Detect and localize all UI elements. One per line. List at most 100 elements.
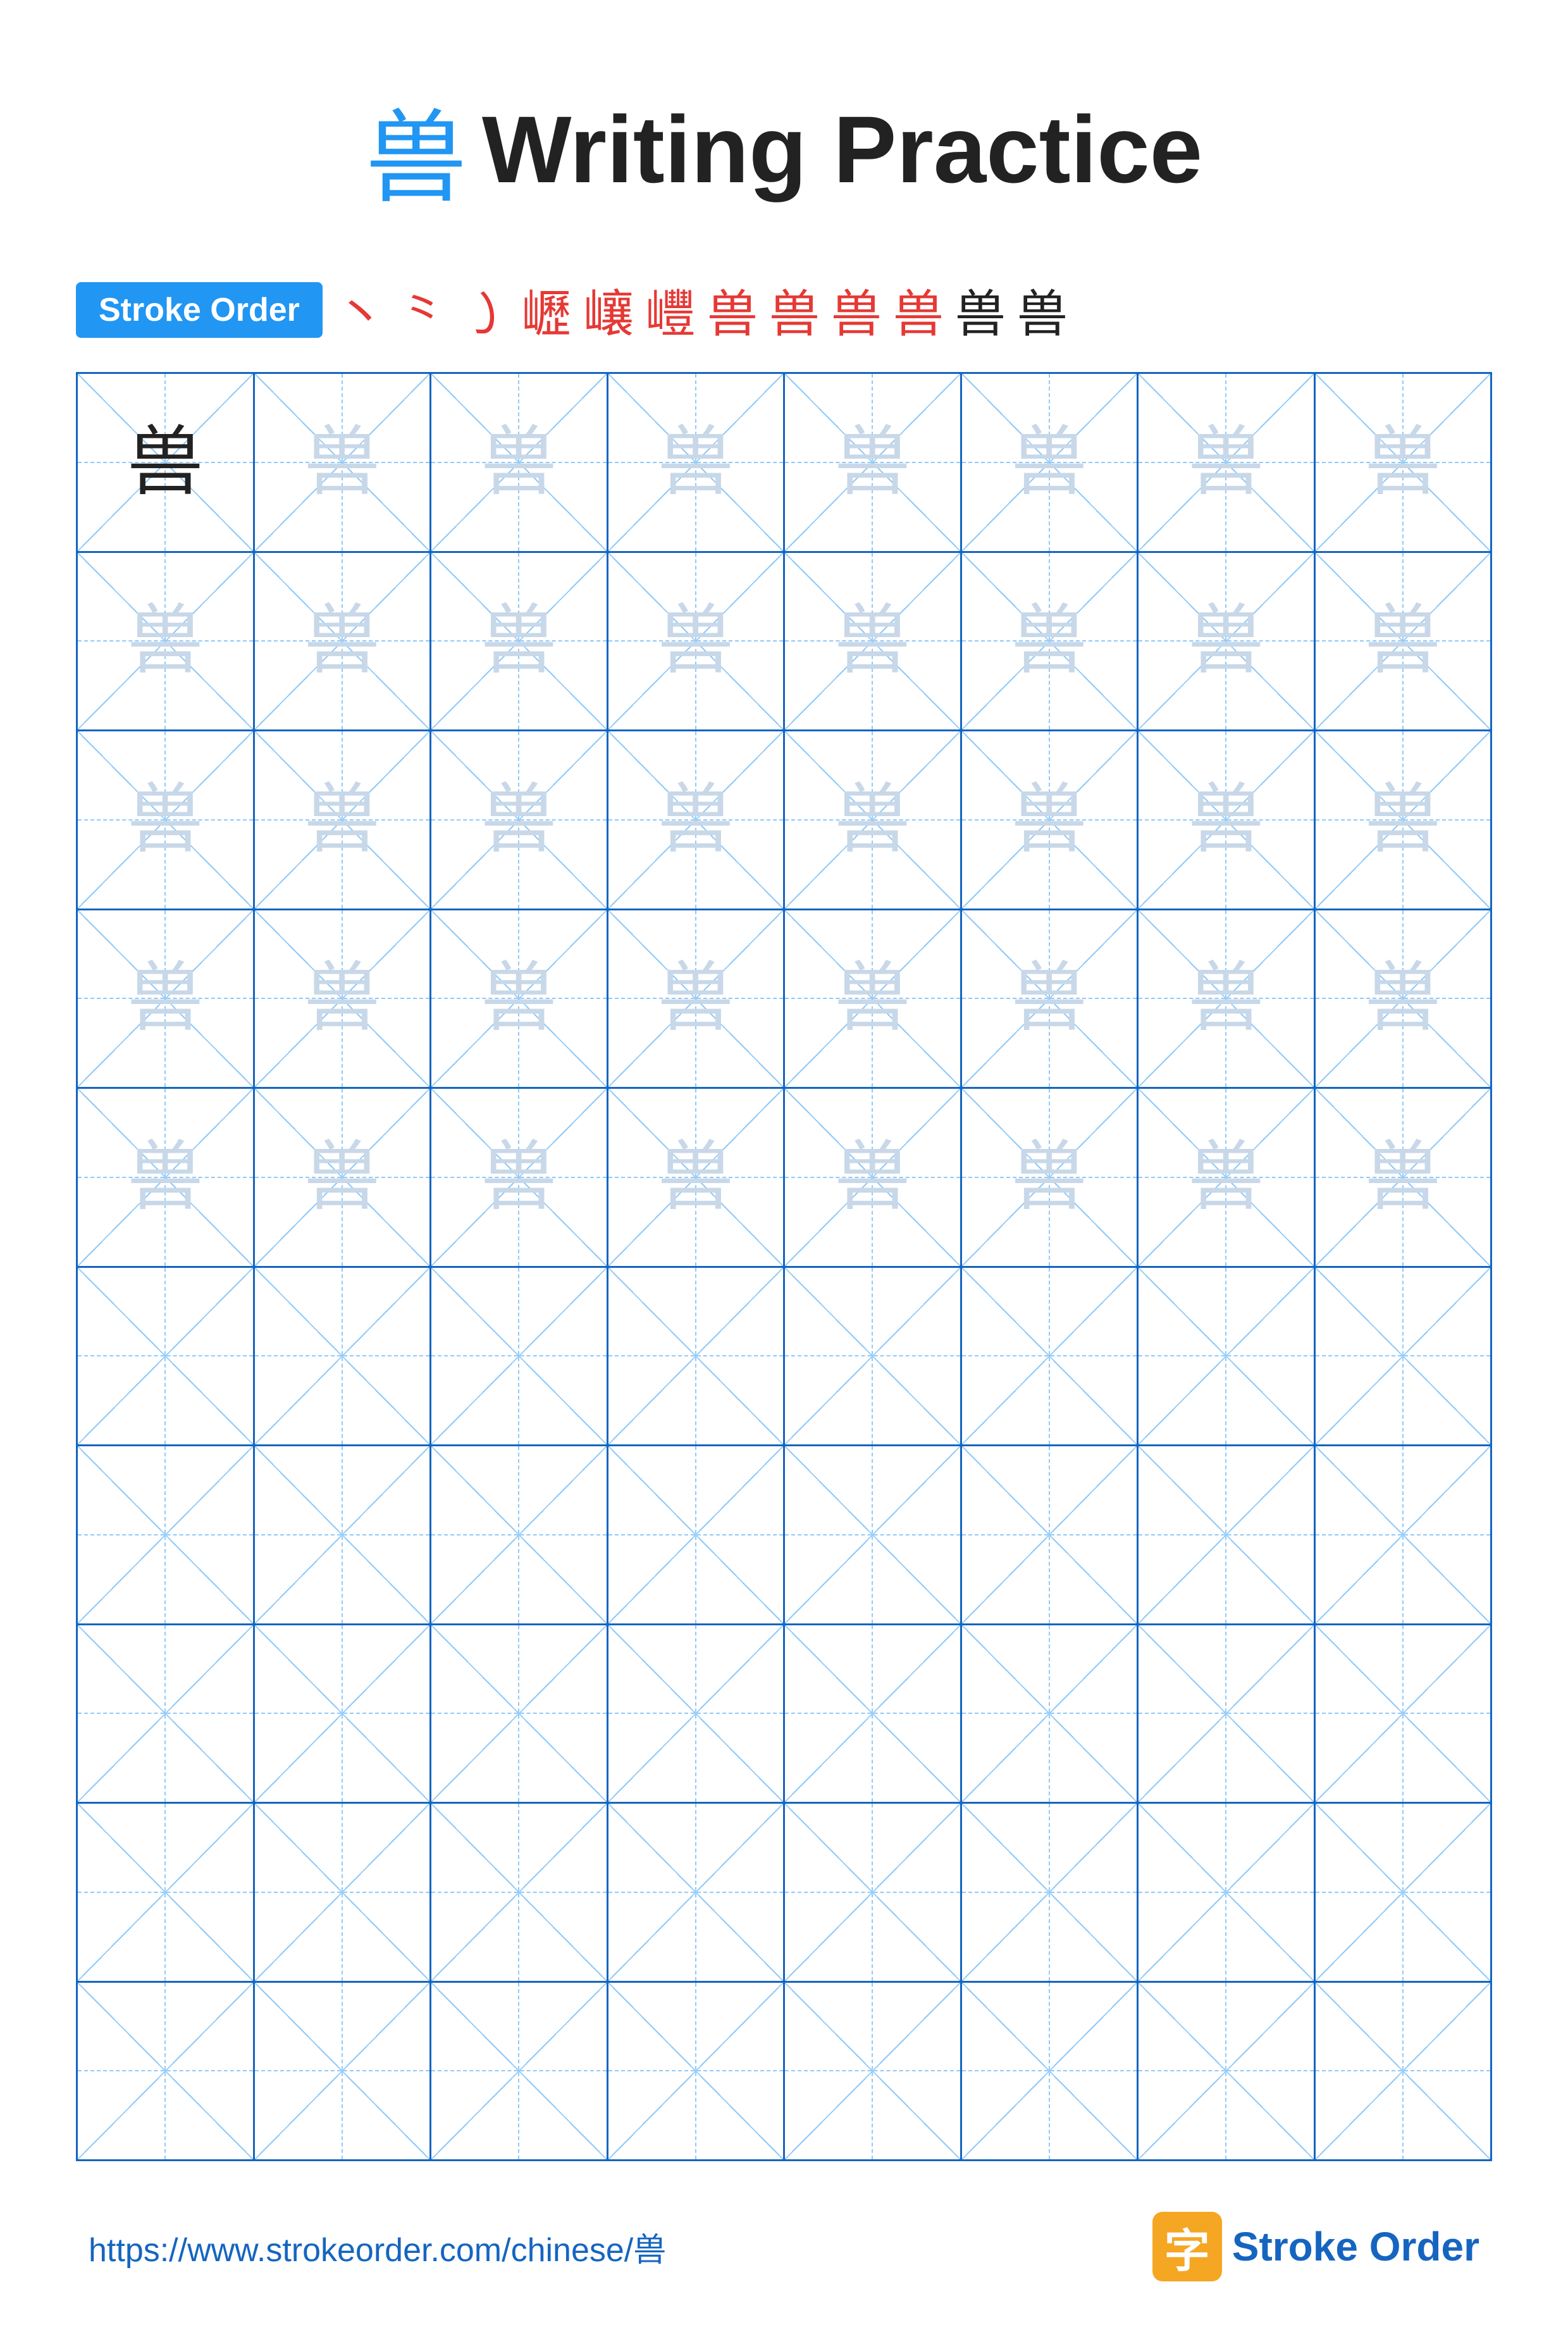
grid-cell[interactable] [1316, 1983, 1491, 2160]
grid-cell[interactable]: 兽 [431, 1089, 608, 1266]
grid-cell[interactable] [431, 1804, 608, 1981]
grid-cell[interactable]: 兽 [608, 553, 786, 730]
grid-cell[interactable] [78, 1446, 255, 1623]
grid-cell[interactable]: 兽 [1139, 374, 1316, 551]
cell-char-light: 兽 [304, 603, 380, 679]
grid-cell[interactable] [1316, 1804, 1491, 1981]
grid-cell[interactable] [608, 1983, 786, 2160]
stroke-step-3: ㇁ [459, 273, 510, 347]
grid-cell[interactable]: 兽 [78, 553, 255, 730]
grid-cell[interactable]: 兽 [1316, 374, 1491, 551]
stroke-step-11: 兽 [955, 273, 1006, 347]
grid-cell[interactable] [78, 1804, 255, 1981]
grid-cell[interactable]: 兽 [255, 1089, 432, 1266]
grid-cell[interactable] [608, 1268, 786, 1445]
grid-cell[interactable]: 兽 [1316, 553, 1491, 730]
grid-cell[interactable] [431, 1446, 608, 1623]
grid-cell[interactable]: 兽 [1316, 910, 1491, 1088]
grid-row-8 [78, 1625, 1490, 1804]
grid-cell[interactable]: 兽 [255, 553, 432, 730]
grid-cell[interactable] [255, 1625, 432, 1802]
grid-cell[interactable] [962, 1804, 1139, 1981]
grid-cell[interactable] [785, 1625, 962, 1802]
cell-char-dark: 兽 [127, 425, 203, 500]
grid-cell[interactable]: 兽 [962, 1089, 1139, 1266]
grid-cell[interactable] [431, 1983, 608, 2160]
grid-cell[interactable]: 兽 [962, 553, 1139, 730]
grid-cell[interactable] [608, 1625, 786, 1802]
grid-cell[interactable]: 兽 [785, 553, 962, 730]
grid-cell[interactable] [1139, 1625, 1316, 1802]
grid-cell[interactable]: 兽 [78, 910, 255, 1088]
grid-cell[interactable] [1316, 1268, 1491, 1445]
grid-cell[interactable] [1139, 1268, 1316, 1445]
grid-row-2: 兽 兽 兽 兽 兽 兽 兽 [78, 553, 1490, 732]
stroke-step-8: 兽 [769, 273, 820, 347]
grid-cell[interactable] [255, 1983, 432, 2160]
grid-cell[interactable]: 兽 [431, 910, 608, 1088]
grid-cell[interactable]: 兽 [608, 374, 786, 551]
grid-cell[interactable]: 兽 [608, 1089, 786, 1266]
grid-cell[interactable]: 兽 [1316, 731, 1491, 909]
grid-cell[interactable] [255, 1268, 432, 1445]
grid-cell[interactable]: 兽 [962, 374, 1139, 551]
grid-cell[interactable]: 兽 [785, 731, 962, 909]
grid-cell[interactable]: 兽 [1139, 553, 1316, 730]
grid-cell[interactable]: 兽 [608, 910, 786, 1088]
title-section: 兽 Writing Practice [366, 76, 1202, 223]
grid-cell[interactable]: 兽 [431, 553, 608, 730]
grid-cell[interactable] [1139, 1983, 1316, 2160]
cell-char-light: 兽 [1011, 782, 1087, 858]
cell-char-light: 兽 [127, 603, 203, 679]
grid-cell[interactable] [1139, 1446, 1316, 1623]
grid-cell[interactable]: 兽 [785, 910, 962, 1088]
stroke-step-1: 丶 [335, 273, 386, 347]
grid-cell[interactable] [1316, 1446, 1491, 1623]
grid-cell[interactable]: 兽 [431, 374, 608, 551]
grid-cell[interactable] [785, 1268, 962, 1445]
grid-cell[interactable]: 兽 [78, 374, 255, 551]
grid-cell[interactable] [962, 1983, 1139, 2160]
grid-cell[interactable] [962, 1268, 1139, 1445]
grid-cell[interactable]: 兽 [962, 731, 1139, 909]
cell-char-light: 兽 [834, 603, 910, 679]
grid-cell[interactable] [1139, 1804, 1316, 1981]
grid-cell[interactable] [785, 1446, 962, 1623]
grid-cell[interactable]: 兽 [255, 910, 432, 1088]
grid-cell[interactable]: 兽 [608, 731, 786, 909]
cell-char-light: 兽 [1188, 603, 1264, 679]
grid-cell[interactable] [1316, 1625, 1491, 1802]
page: 兽 Writing Practice Stroke Order 丶 ⺀ ㇁ 㠣 … [0, 0, 1568, 2332]
grid-cell[interactable] [608, 1446, 786, 1623]
grid-cell[interactable] [785, 1983, 962, 2160]
grid-cell[interactable] [78, 1268, 255, 1445]
grid-cell[interactable] [78, 1983, 255, 2160]
grid-cell[interactable]: 兽 [1139, 731, 1316, 909]
title-text: Writing Practice [482, 95, 1202, 204]
stroke-steps: 丶 ⺀ ㇁ 㠣 㠤 㠦 兽 兽 兽 兽 兽 兽 [335, 273, 1068, 347]
grid-cell[interactable]: 兽 [785, 374, 962, 551]
grid-cell[interactable]: 兽 [78, 731, 255, 909]
grid-cell[interactable] [431, 1268, 608, 1445]
grid-cell[interactable]: 兽 [1316, 1089, 1491, 1266]
grid-cell[interactable] [431, 1625, 608, 1802]
grid-cell[interactable] [255, 1804, 432, 1981]
grid-cell[interactable]: 兽 [255, 731, 432, 909]
grid-cell[interactable] [785, 1804, 962, 1981]
grid-cell[interactable]: 兽 [962, 910, 1139, 1088]
grid-cell[interactable]: 兽 [78, 1089, 255, 1266]
grid-cell[interactable] [962, 1625, 1139, 1802]
cell-char-light: 兽 [1365, 960, 1441, 1036]
grid-cell[interactable]: 兽 [1139, 1089, 1316, 1266]
grid-cell[interactable] [78, 1625, 255, 1802]
cell-char-light: 兽 [658, 1139, 734, 1215]
grid-cell[interactable]: 兽 [1139, 910, 1316, 1088]
grid-cell[interactable] [608, 1804, 786, 1981]
grid-cell[interactable] [962, 1446, 1139, 1623]
grid-cell[interactable]: 兽 [785, 1089, 962, 1266]
cell-char-light: 兽 [1365, 1139, 1441, 1215]
grid-cell[interactable]: 兽 [255, 374, 432, 551]
grid-cell[interactable]: 兽 [431, 731, 608, 909]
grid-cell[interactable] [255, 1446, 432, 1623]
cell-char-light: 兽 [481, 603, 557, 679]
